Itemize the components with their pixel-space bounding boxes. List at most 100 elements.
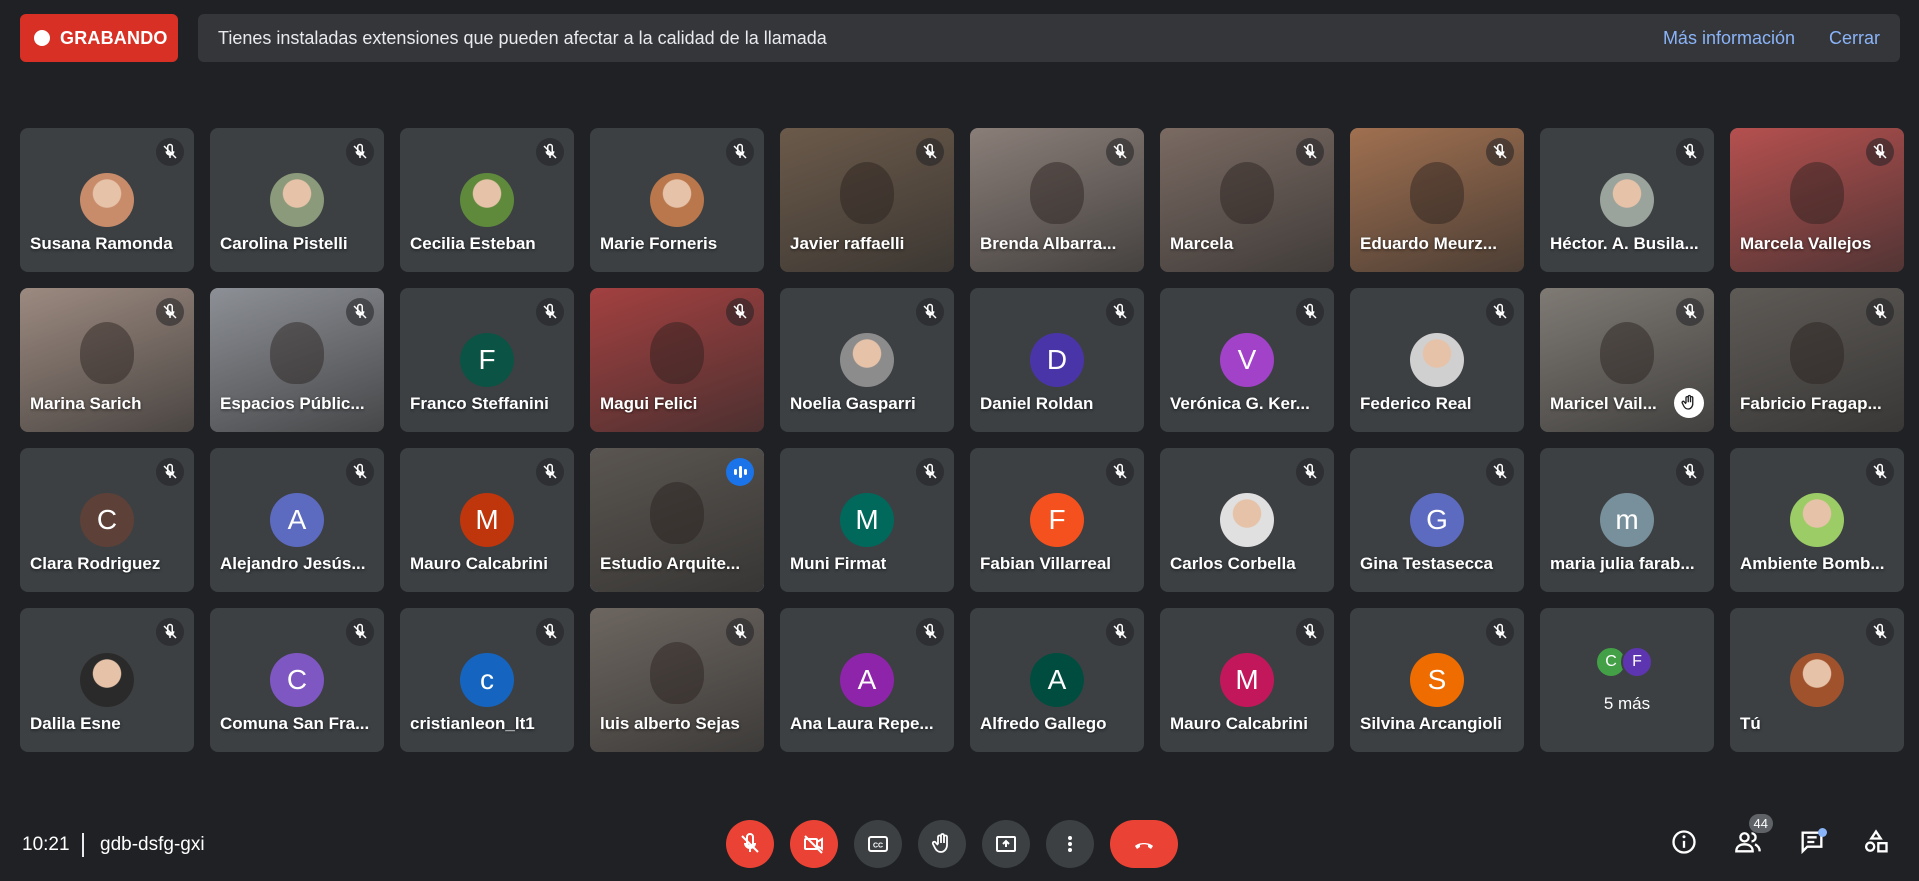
participant-tile[interactable]: Brenda Albarra... <box>970 128 1144 272</box>
mic-off-icon <box>726 138 754 166</box>
avatar: C <box>270 653 324 707</box>
mic-off-icon <box>1106 298 1134 326</box>
chat-button[interactable] <box>1795 822 1829 862</box>
participant-name: maria julia farab... <box>1550 554 1695 573</box>
avatar: A <box>840 653 894 707</box>
mic-off-icon <box>1486 458 1514 486</box>
more-participants-label: 5 más <box>1603 694 1651 713</box>
avatar <box>460 173 514 227</box>
captions-icon: CC <box>868 836 888 852</box>
participant-tile[interactable]: Noelia Gasparri <box>780 288 954 432</box>
mic-off-icon <box>156 618 184 646</box>
participant-tile[interactable]: M Mauro Calcabrini <box>1160 608 1334 752</box>
people-button[interactable]: 44 <box>1731 814 1773 862</box>
participant-tile[interactable]: m maria julia farab... <box>1540 448 1714 592</box>
meeting-details-button[interactable] <box>1667 822 1701 862</box>
avatar <box>1600 173 1654 227</box>
participant-tile[interactable]: Fabricio Fragap... <box>1730 288 1904 432</box>
participant-tile[interactable]: Carolina Pistelli <box>210 128 384 272</box>
mic-off-icon <box>536 138 564 166</box>
participant-tile[interactable]: Dalila Esne <box>20 608 194 752</box>
mic-off-icon <box>726 618 754 646</box>
participant-tile[interactable]: M Muni Firmat <box>780 448 954 592</box>
participant-name: Clara Rodriguez <box>30 554 161 573</box>
participant-tile[interactable]: Marcela Vallejos <box>1730 128 1904 272</box>
meeting-code[interactable]: gdb-dsfg-gxi <box>100 834 205 856</box>
participant-tile[interactable]: S Silvina Arcangioli <box>1350 608 1524 752</box>
participant-tile[interactable]: F Fabian Villarreal <box>970 448 1144 592</box>
mic-toggle-button[interactable] <box>726 820 774 868</box>
participant-tile[interactable]: Susana Ramonda <box>20 128 194 272</box>
participant-tile[interactable]: D Daniel Roldan <box>970 288 1144 432</box>
participant-name: Cecilia Esteban <box>410 234 536 253</box>
mic-off-icon <box>1296 458 1324 486</box>
participant-tile[interactable]: Javier raffaelli <box>780 128 954 272</box>
person-silhouette <box>1600 322 1654 384</box>
participant-tile[interactable]: Marie Forneris <box>590 128 764 272</box>
participant-tile[interactable]: F Franco Steffanini <box>400 288 574 432</box>
participant-tile[interactable]: Federico Real <box>1350 288 1524 432</box>
camera-toggle-button[interactable] <box>790 820 838 868</box>
more-info-link[interactable]: Más información <box>1663 28 1795 49</box>
participant-tile[interactable]: M Mauro Calcabrini <box>400 448 574 592</box>
participant-tile[interactable]: G Gina Testasecca <box>1350 448 1524 592</box>
participant-tile[interactable]: c cristianleon_lt1 <box>400 608 574 752</box>
mic-off-icon <box>1106 138 1134 166</box>
participant-tile[interactable]: C Clara Rodriguez <box>20 448 194 592</box>
raise-hand-button[interactable] <box>918 820 966 868</box>
participant-name: Fabian Villarreal <box>980 554 1112 573</box>
mic-off-icon <box>346 298 374 326</box>
activities-button[interactable] <box>1859 822 1893 862</box>
captions-button[interactable]: CC <box>854 820 902 868</box>
mic-off-icon <box>1296 298 1324 326</box>
participant-grid: Susana Ramonda Carolina Pistelli Cecilia E… <box>20 128 1904 752</box>
mic-off-icon <box>156 298 184 326</box>
participant-tile[interactable]: A Alejandro Jesús... <box>210 448 384 592</box>
person-silhouette <box>270 322 324 384</box>
participant-tile[interactable]: CF 5 más <box>1540 608 1714 752</box>
participant-tile[interactable]: Tú <box>1730 608 1904 752</box>
avatar: V <box>1220 333 1274 387</box>
avatar: M <box>840 493 894 547</box>
participant-tile[interactable]: Carlos Corbella <box>1160 448 1334 592</box>
participant-tile[interactable]: Magui Felici <box>590 288 764 432</box>
participant-tile[interactable]: Estudio Arquite... <box>590 448 764 592</box>
participant-tile[interactable]: Marcela <box>1160 128 1334 272</box>
participant-tile[interactable]: A Alfredo Gallego <box>970 608 1144 752</box>
mic-off-icon <box>916 298 944 326</box>
mic-off-icon <box>916 618 944 646</box>
avatar: C <box>80 493 134 547</box>
mic-off-icon <box>1676 298 1704 326</box>
participant-tile[interactable]: Cecilia Esteban <box>400 128 574 272</box>
avatar: S <box>1410 653 1464 707</box>
leave-call-button[interactable] <box>1110 820 1178 868</box>
avatar <box>840 333 894 387</box>
participant-tile[interactable]: Eduardo Meurz... <box>1350 128 1524 272</box>
participant-name: Héctor. A. Busila... <box>1550 234 1699 253</box>
participant-tile[interactable]: Héctor. A. Busila... <box>1540 128 1714 272</box>
participant-tile[interactable]: Marina Sarich <box>20 288 194 432</box>
participant-name: Tú <box>1740 714 1761 733</box>
mic-off-icon <box>726 298 754 326</box>
participant-tile[interactable]: A Ana Laura Repe... <box>780 608 954 752</box>
participant-tile[interactable]: Maricel Vail... <box>1540 288 1714 432</box>
mic-off-icon <box>1296 618 1324 646</box>
more-options-button[interactable] <box>1046 820 1094 868</box>
participant-name: Marcela Vallejos <box>1740 234 1872 253</box>
participant-tile[interactable]: Espacios Públic... <box>210 288 384 432</box>
avatar: F <box>1030 493 1084 547</box>
participant-tile[interactable]: Ambiente Bomb... <box>1730 448 1904 592</box>
participant-name: Noelia Gasparri <box>790 394 916 413</box>
extensions-notice: Tienes instaladas extensiones que pueden… <box>198 14 1900 62</box>
participant-tile[interactable]: luis alberto Sejas <box>590 608 764 752</box>
person-silhouette <box>1220 162 1274 224</box>
meet-window: GRABANDO Tienes instaladas extensiones q… <box>0 0 1919 881</box>
participant-tile[interactable]: C Comuna San Fra... <box>210 608 384 752</box>
present-screen-button[interactable] <box>982 820 1030 868</box>
participant-tile[interactable]: V Verónica G. Ker... <box>1160 288 1334 432</box>
avatar <box>1410 333 1464 387</box>
close-notice-button[interactable]: Cerrar <box>1829 28 1880 49</box>
person-silhouette <box>840 162 894 224</box>
mic-off-icon <box>1866 458 1894 486</box>
camera-off-icon <box>804 835 823 854</box>
